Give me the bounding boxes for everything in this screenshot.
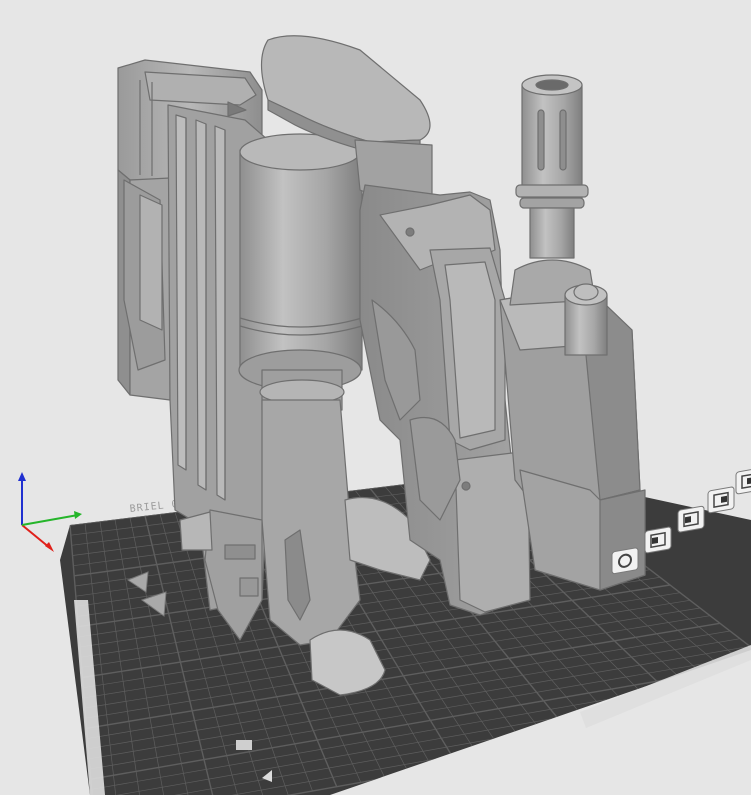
bed-marker [236,740,252,750]
view-right-button[interactable] [735,467,751,495]
view-left-button[interactable] [707,486,735,514]
view-front-button[interactable] [644,526,672,554]
view-top-button[interactable] [677,505,705,533]
3d-viewport[interactable]: BRIEL 0 [0,0,751,795]
scene-canvas[interactable]: BRIEL 0 [0,0,751,795]
model-cylinder[interactable] [238,133,363,411]
view-3d-button[interactable] [611,547,639,575]
